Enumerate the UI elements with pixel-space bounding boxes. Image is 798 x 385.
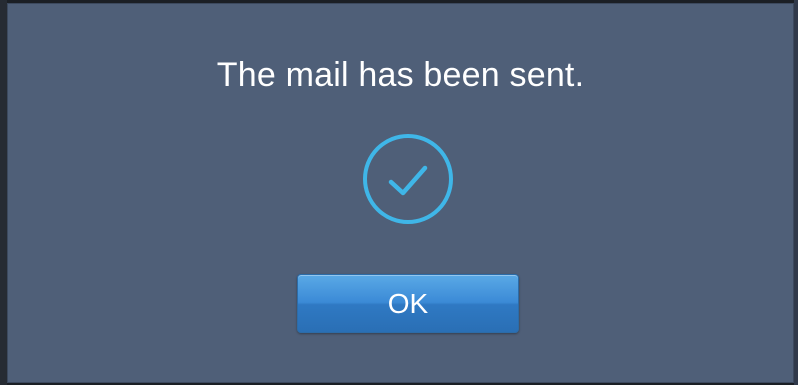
- background-window-edge: [0, 0, 7, 385]
- checkmark-circle-icon: [363, 134, 453, 224]
- mail-sent-dialog: The mail has been sent. OK: [7, 3, 794, 383]
- dialog-message: The mail has been sent.: [216, 56, 585, 94]
- background-window-edge-right: [794, 0, 798, 385]
- ok-button[interactable]: OK: [297, 274, 519, 333]
